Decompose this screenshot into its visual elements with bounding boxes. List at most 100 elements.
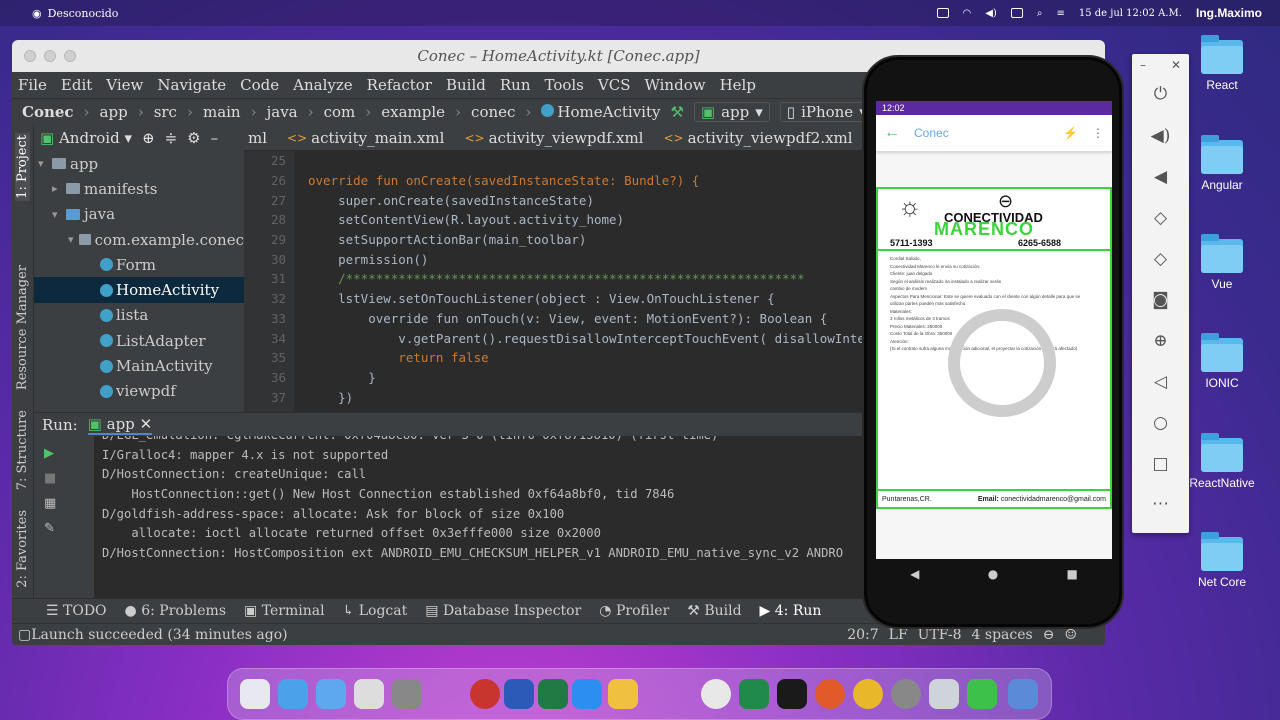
rotate-right-icon[interactable]: ◇ bbox=[1132, 249, 1189, 269]
photos-icon[interactable] bbox=[608, 679, 638, 709]
tree-item[interactable]: HomeActivity bbox=[34, 277, 244, 303]
emulator-screen[interactable]: 12:02 ← Conec ⚡ ⋮ ☼ ⊖ CONECTIVIDAD MAREN… bbox=[876, 101, 1112, 559]
zoom-window-button[interactable] bbox=[64, 50, 76, 62]
breadcrumb-item[interactable]: main bbox=[203, 103, 241, 121]
pin-icon[interactable]: ✎ bbox=[44, 521, 94, 536]
chrome-icon[interactable] bbox=[853, 679, 883, 709]
menu-edit[interactable]: Edit bbox=[61, 76, 92, 94]
desktop-folder-react[interactable]: React bbox=[1182, 35, 1262, 92]
more-icon[interactable]: ⋯ bbox=[1132, 494, 1189, 514]
tab-favorites[interactable]: 2: Favorites bbox=[15, 510, 30, 588]
trash-icon[interactable] bbox=[929, 679, 959, 709]
volume-down-icon[interactable]: ◀ bbox=[1132, 167, 1189, 187]
tree-item[interactable]: viewpdf bbox=[34, 379, 244, 404]
menu-file[interactable]: File bbox=[18, 76, 47, 94]
tab-problems[interactable]: ● 6: Problems bbox=[125, 603, 226, 619]
run-config-select[interactable]: ▣ app ▾ bbox=[693, 102, 770, 122]
minimize-icon[interactable]: – bbox=[1132, 58, 1189, 72]
close-window-button[interactable] bbox=[24, 50, 36, 62]
desktop-folder-angular[interactable]: Angular bbox=[1182, 135, 1262, 192]
project-view-select[interactable]: ▣ Android ▾ bbox=[40, 129, 132, 147]
locate-icon[interactable]: ⊕ bbox=[142, 129, 155, 147]
zoom-icon[interactable]: ⊕ bbox=[1132, 331, 1189, 351]
breadcrumb-item[interactable]: example bbox=[381, 103, 445, 121]
tab-structure[interactable]: 7: Structure bbox=[15, 410, 30, 490]
camera-icon[interactable]: ◙ bbox=[1132, 290, 1189, 310]
active-app[interactable]: ◉ Desconocido bbox=[32, 7, 118, 20]
volume-icon[interactable]: ◀) bbox=[985, 8, 997, 19]
clock[interactable]: 12:02 A.M. bbox=[1126, 8, 1182, 19]
tree-item[interactable]: ▸ manifests bbox=[34, 176, 244, 201]
cursor-position[interactable]: 20:7 bbox=[847, 627, 878, 643]
gear-icon[interactable]: ⚙ bbox=[187, 129, 200, 147]
user-name[interactable]: Ing.Maximo bbox=[1196, 6, 1262, 20]
battery-icon[interactable] bbox=[1010, 8, 1023, 18]
hide-icon[interactable]: – bbox=[211, 129, 219, 147]
menu-window[interactable]: Window bbox=[644, 76, 705, 94]
terminal-icon[interactable] bbox=[777, 679, 807, 709]
overview-icon[interactable]: □ bbox=[1132, 454, 1189, 474]
menu-help[interactable]: Help bbox=[720, 76, 756, 94]
breadcrumb-item[interactable]: conec bbox=[471, 103, 515, 121]
tab-project[interactable]: 1: Project bbox=[15, 133, 30, 201]
overflow-menu-icon[interactable]: ⋮ bbox=[1092, 126, 1104, 140]
tab-profiler[interactable]: ◔ Profiler bbox=[599, 603, 669, 619]
desktop-folder-vue[interactable]: Vue bbox=[1182, 234, 1262, 291]
tab-build[interactable]: ⚒ Build bbox=[687, 603, 741, 619]
breadcrumb-item[interactable]: src bbox=[154, 103, 177, 121]
menu-build[interactable]: Build bbox=[446, 76, 486, 94]
breadcrumb-item[interactable]: Conec bbox=[22, 103, 74, 121]
firefox-icon[interactable] bbox=[815, 679, 845, 709]
back-icon[interactable]: ◁ bbox=[1132, 372, 1189, 392]
textedit-icon[interactable] bbox=[354, 679, 384, 709]
screenshot-icon[interactable] bbox=[1008, 679, 1038, 709]
tab-terminal[interactable]: ▣ Terminal bbox=[244, 603, 325, 619]
tab-run[interactable]: ▶ 4: Run bbox=[760, 603, 822, 619]
menu-refactor[interactable]: Refactor bbox=[367, 76, 432, 94]
layout-icon[interactable]: ▦ bbox=[44, 496, 94, 511]
tab-todo[interactable]: ☰ TODO bbox=[46, 603, 107, 619]
power-icon[interactable]: ⏻ bbox=[1132, 84, 1189, 104]
menu-tools[interactable]: Tools bbox=[544, 76, 583, 94]
editor-tab[interactable]: <> activity_viewpdf.xml bbox=[454, 129, 653, 147]
wifi-icon[interactable]: ◠ bbox=[963, 8, 972, 19]
tree-item[interactable]: lista bbox=[34, 303, 244, 328]
editor-tab[interactable]: ml bbox=[244, 129, 277, 147]
desktop-folder-ionic[interactable]: IONIC bbox=[1182, 333, 1262, 390]
hammer-icon[interactable]: ⚒ bbox=[670, 103, 683, 121]
system-preferences-icon[interactable] bbox=[891, 679, 921, 709]
menu-run[interactable]: Run bbox=[500, 76, 531, 94]
minimize-window-button[interactable] bbox=[44, 50, 56, 62]
volume-up-icon[interactable]: ◀) bbox=[1132, 126, 1189, 146]
plug-icon[interactable]: ⚡ bbox=[1063, 126, 1078, 140]
control-center-icon[interactable]: ≡ bbox=[1056, 8, 1064, 19]
collapse-icon[interactable]: ≑ bbox=[165, 129, 178, 147]
breadcrumb-item[interactable]: app bbox=[100, 103, 128, 121]
webstorm-icon[interactable] bbox=[701, 679, 731, 709]
tab-database-inspector[interactable]: ▤ Database Inspector bbox=[425, 603, 581, 619]
device-select[interactable]: ▯iPhone▾ bbox=[779, 102, 874, 122]
tree-item[interactable]: ▾ com.example.conec bbox=[34, 227, 244, 252]
rotate-left-icon[interactable]: ◇ bbox=[1132, 208, 1189, 228]
menu-analyze[interactable]: Analyze bbox=[293, 76, 353, 94]
tree-item[interactable]: Form bbox=[34, 252, 244, 277]
menu-vcs[interactable]: VCS bbox=[598, 76, 631, 94]
mail-icon[interactable] bbox=[316, 679, 346, 709]
tab-logcat[interactable]: ↳ Logcat bbox=[343, 603, 408, 619]
editor-tab[interactable]: <> activity_main.xml bbox=[277, 129, 454, 147]
desktop-folder-netcore[interactable]: Net Core bbox=[1182, 532, 1262, 589]
editor-tab[interactable]: <> activity_viewpdf2.xml bbox=[653, 129, 862, 147]
menu-code[interactable]: Code bbox=[240, 76, 279, 94]
back-icon[interactable]: ◀ bbox=[910, 567, 919, 581]
office-icon[interactable] bbox=[470, 679, 500, 709]
desktop-folder-reactnative[interactable]: ReactNative bbox=[1182, 433, 1262, 490]
app-store-icon[interactable] bbox=[572, 679, 602, 709]
word-icon[interactable] bbox=[504, 679, 534, 709]
back-arrow-icon[interactable]: ← bbox=[884, 124, 900, 142]
screen-record-icon[interactable] bbox=[936, 8, 949, 18]
tree-item[interactable]: ListAdapter bbox=[34, 328, 244, 353]
vscode-icon[interactable] bbox=[739, 679, 769, 709]
tab-resource-manager[interactable]: Resource Manager bbox=[15, 265, 30, 390]
rerun-icon[interactable]: ▶ bbox=[44, 446, 94, 461]
excel-icon[interactable] bbox=[538, 679, 568, 709]
